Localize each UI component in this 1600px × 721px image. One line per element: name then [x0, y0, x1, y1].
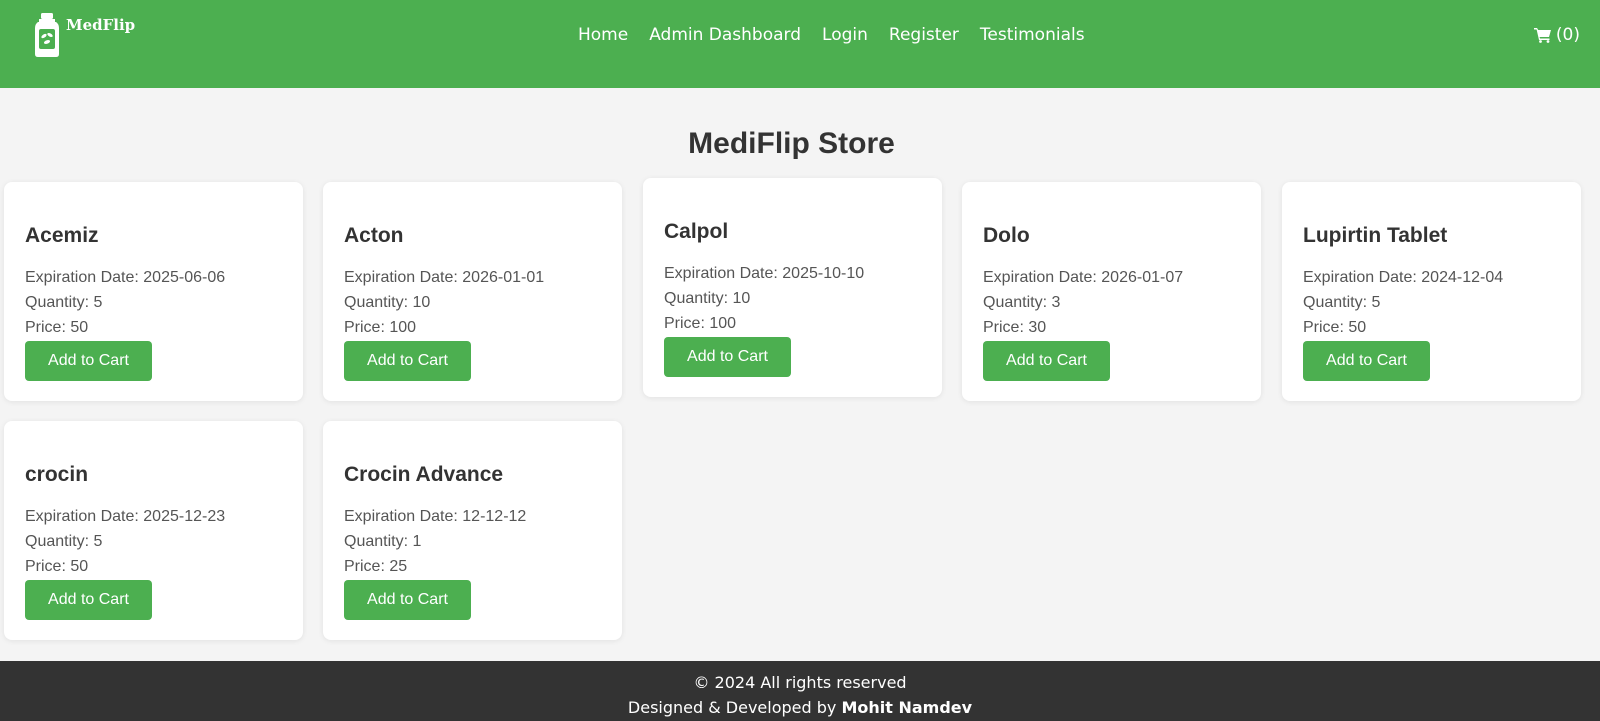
product-expiration: Expiration Date: 2025-12-23: [25, 508, 226, 525]
product-name: Acton: [344, 224, 404, 247]
product-name: crocin: [25, 463, 89, 486]
nav-login[interactable]: Login: [822, 24, 868, 46]
product-name: Lupirtin Tablet: [1303, 224, 1448, 247]
product-expiration: Expiration Date: 2026-01-07: [983, 269, 1184, 286]
product-price: Price: 25: [344, 558, 408, 575]
product-name: Calpol: [664, 220, 729, 243]
product-expiration: Expiration Date: 12-12-12: [344, 508, 527, 525]
author-name: Mohit Namdev: [841, 698, 973, 717]
nav-testimonials[interactable]: Testimonials: [980, 24, 1085, 46]
product-quantity: Quantity: 1: [344, 533, 422, 550]
product-expiration: Expiration Date: 2025-06-06: [25, 269, 226, 286]
add-to-cart-button[interactable]: Add to Cart: [344, 580, 471, 620]
add-to-cart-button[interactable]: Add to Cart: [25, 580, 152, 620]
product-card: Acemiz Expiration Date: 2025-06-06 Quant…: [4, 182, 303, 401]
cart-count: (0): [1555, 25, 1580, 45]
product-expiration: Expiration Date: 2026-01-01: [344, 269, 545, 286]
page-title: MediFlip Store: [688, 127, 895, 160]
product-card: Dolo Expiration Date: 2026-01-07 Quantit…: [962, 182, 1261, 401]
brand-logo[interactable]: MedFlip: [34, 12, 135, 58]
product-price: Price: 100: [664, 315, 737, 332]
nav-admin-dashboard[interactable]: Admin Dashboard: [649, 24, 801, 46]
product-price: Price: 100: [344, 319, 417, 336]
nav-register[interactable]: Register: [889, 24, 959, 46]
product-quantity: Quantity: 10: [664, 290, 751, 307]
product-expiration: Expiration Date: 2024-12-04: [1303, 269, 1504, 286]
shopping-cart-icon: [1533, 28, 1551, 43]
copyright-text: © 2024 All rights reserved: [693, 673, 907, 692]
product-name: Dolo: [983, 224, 1030, 247]
product-card: crocin Expiration Date: 2025-12-23 Quant…: [4, 421, 303, 640]
top-navbar: MedFlip Home Admin Dashboard Login Regis…: [0, 0, 1600, 88]
product-card: Calpol Expiration Date: 2025-10-10 Quant…: [643, 178, 942, 397]
credit-prefix: Designed & Developed by: [627, 698, 837, 717]
product-price: Price: 50: [25, 558, 89, 575]
product-name: Crocin Advance: [344, 463, 504, 486]
medicine-bottle-icon: [35, 13, 59, 57]
add-to-cart-button[interactable]: Add to Cart: [344, 341, 471, 381]
product-quantity: Quantity: 5: [25, 533, 103, 550]
product-price: Price: 50: [25, 319, 89, 336]
product-quantity: Quantity: 5: [1303, 294, 1381, 311]
product-price: Price: 50: [1303, 319, 1367, 336]
site-footer: © 2024 All rights reserved Designed & De…: [0, 661, 1600, 721]
add-to-cart-button[interactable]: Add to Cart: [664, 337, 791, 377]
add-to-cart-button[interactable]: Add to Cart: [1303, 341, 1430, 381]
cart-link[interactable]: (0): [1533, 24, 1580, 46]
product-card: Acton Expiration Date: 2026-01-01 Quanti…: [323, 182, 622, 401]
add-to-cart-button[interactable]: Add to Cart: [983, 341, 1110, 381]
credit-line: Designed & Developed by Mohit Namdev: [0, 695, 1600, 720]
product-quantity: Quantity: 5: [25, 294, 103, 311]
add-to-cart-button[interactable]: Add to Cart: [25, 341, 152, 381]
product-expiration: Expiration Date: 2025-10-10: [664, 265, 865, 282]
product-quantity: Quantity: 10: [344, 294, 431, 311]
nav-home[interactable]: Home: [578, 24, 628, 46]
product-price: Price: 30: [983, 319, 1047, 336]
product-quantity: Quantity: 3: [983, 294, 1061, 311]
main-nav: Home Admin Dashboard Login Register Test…: [578, 24, 1085, 46]
product-card: Lupirtin Tablet Expiration Date: 2024-12…: [1282, 182, 1581, 401]
product-name: Acemiz: [25, 224, 99, 247]
brand-name: MedFlip: [66, 16, 136, 34]
product-card: Crocin Advance Expiration Date: 12-12-12…: [323, 421, 622, 640]
